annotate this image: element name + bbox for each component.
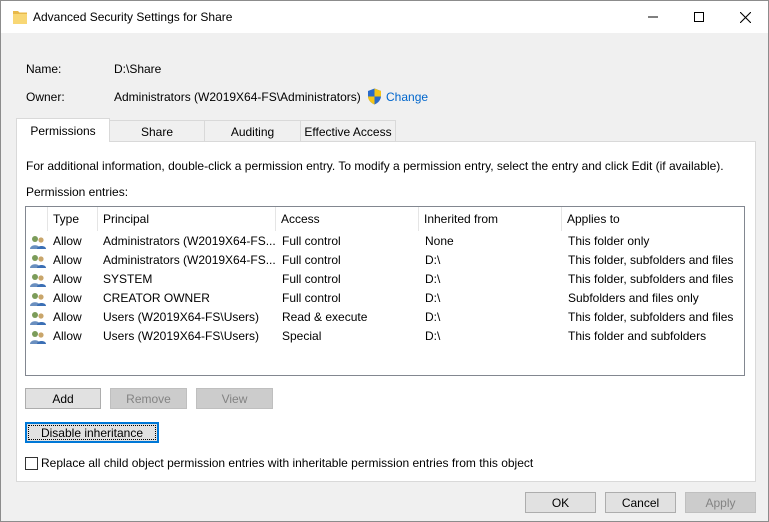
column-header-inherited-from[interactable]: Inherited from <box>419 207 562 231</box>
entry-inherited-from: D:\ <box>425 272 441 286</box>
disable-inheritance-button[interactable]: Disable inheritance <box>25 422 159 443</box>
users-group-icon <box>30 274 46 287</box>
permission-entries-label: Permission entries: <box>26 185 129 199</box>
entry-type: Allow <box>53 291 82 305</box>
users-group-icon <box>30 255 46 268</box>
owner-value: Administrators (W2019X64-FS\Administrato… <box>114 90 361 104</box>
remove-button[interactable]: Remove <box>110 388 187 409</box>
minimize-button[interactable] <box>630 1 676 33</box>
apply-button[interactable]: Apply <box>685 492 756 513</box>
list-header: Type Principal Access Inherited from App… <box>26 207 744 231</box>
entry-applies-to: This folder, subfolders and files <box>568 272 734 286</box>
table-row[interactable]: Allow Administrators (W2019X64-FS... Ful… <box>26 232 744 251</box>
name-label: Name: <box>26 62 62 76</box>
entry-inherited-from: None <box>425 234 454 248</box>
table-row[interactable]: Allow Users (W2019X64-FS\Users) Read & e… <box>26 308 744 327</box>
users-group-icon <box>30 293 46 306</box>
entry-principal: Users (W2019X64-FS\Users) <box>103 310 260 324</box>
column-header-applies-to[interactable]: Applies to <box>562 207 744 231</box>
entry-type: Allow <box>53 234 82 248</box>
maximize-icon <box>694 12 704 22</box>
table-row[interactable]: Allow Administrators (W2019X64-FS... Ful… <box>26 251 744 270</box>
column-header-icon <box>26 207 48 231</box>
entry-type: Allow <box>53 329 82 343</box>
entry-applies-to: This folder only <box>568 234 650 248</box>
entry-applies-to: This folder and subfolders <box>568 329 707 343</box>
maximize-button[interactable] <box>676 1 722 33</box>
owner-label: Owner: <box>26 90 65 104</box>
close-icon <box>739 11 751 23</box>
focus-ring <box>28 425 156 440</box>
entry-type: Allow <box>53 272 82 286</box>
entry-principal: SYSTEM <box>103 272 153 286</box>
add-button[interactable]: Add <box>25 388 101 409</box>
entry-applies-to: This folder, subfolders and files <box>568 253 734 267</box>
cancel-button[interactable]: Cancel <box>605 492 676 513</box>
entry-access: Full control <box>282 272 341 286</box>
window-title: Advanced Security Settings for Share <box>33 10 233 24</box>
entry-principal: Administrators (W2019X64-FS... <box>103 234 275 248</box>
tab-auditing[interactable]: Auditing <box>204 120 301 142</box>
entry-access: Full control <box>282 234 341 248</box>
entry-type: Allow <box>53 310 82 324</box>
entry-principal: Users (W2019X64-FS\Users) <box>103 329 260 343</box>
table-row[interactable]: Allow CREATOR OWNER Full control D:\ Sub… <box>26 289 744 308</box>
replace-child-permissions-checkbox[interactable] <box>25 457 38 470</box>
entry-principal: Administrators (W2019X64-FS... <box>103 253 275 267</box>
panel-description: For additional information, double-click… <box>26 159 724 173</box>
title-bar[interactable]: Advanced Security Settings for Share <box>1 1 768 33</box>
entry-inherited-from: D:\ <box>425 253 441 267</box>
minimize-icon <box>648 16 658 18</box>
name-value: D:\Share <box>114 62 162 76</box>
view-button[interactable]: View <box>196 388 273 409</box>
table-row[interactable]: Allow SYSTEM Full control D:\ This folde… <box>26 270 744 289</box>
security-settings-window: Advanced Security Settings for Share Nam… <box>0 0 769 522</box>
entry-applies-to: This folder, subfolders and files <box>568 310 734 324</box>
entry-access: Full control <box>282 253 341 267</box>
tab-effective-access[interactable]: Effective Access <box>300 120 396 142</box>
tab-permissions[interactable]: Permissions <box>16 118 110 142</box>
table-row[interactable]: Allow Users (W2019X64-FS\Users) Special … <box>26 327 744 346</box>
users-group-icon <box>30 331 46 344</box>
close-button[interactable] <box>722 1 768 33</box>
change-owner-link[interactable]: Change <box>386 90 428 104</box>
entry-access: Read & execute <box>282 310 368 324</box>
tab-strip: Permissions Share Auditing Effective Acc… <box>16 118 396 142</box>
entry-principal: CREATOR OWNER <box>103 291 210 305</box>
entry-access: Full control <box>282 291 341 305</box>
column-header-principal[interactable]: Principal <box>98 207 276 231</box>
column-header-access[interactable]: Access <box>276 207 419 231</box>
entry-inherited-from: D:\ <box>425 329 441 343</box>
folder-icon <box>13 11 27 24</box>
permission-entries-list[interactable]: Type Principal Access Inherited from App… <box>25 206 745 376</box>
replace-child-permissions-label[interactable]: Replace all child object permission entr… <box>41 456 533 470</box>
entry-type: Allow <box>53 253 82 267</box>
entry-inherited-from: D:\ <box>425 291 441 305</box>
column-header-type[interactable]: Type <box>48 207 98 231</box>
tab-share[interactable]: Share <box>109 120 205 142</box>
users-group-icon <box>30 312 46 325</box>
entry-access: Special <box>282 329 322 343</box>
entry-applies-to: Subfolders and files only <box>568 291 699 305</box>
uac-shield-icon <box>368 88 381 105</box>
users-group-icon <box>30 236 46 249</box>
entry-inherited-from: D:\ <box>425 310 441 324</box>
ok-button[interactable]: OK <box>525 492 596 513</box>
